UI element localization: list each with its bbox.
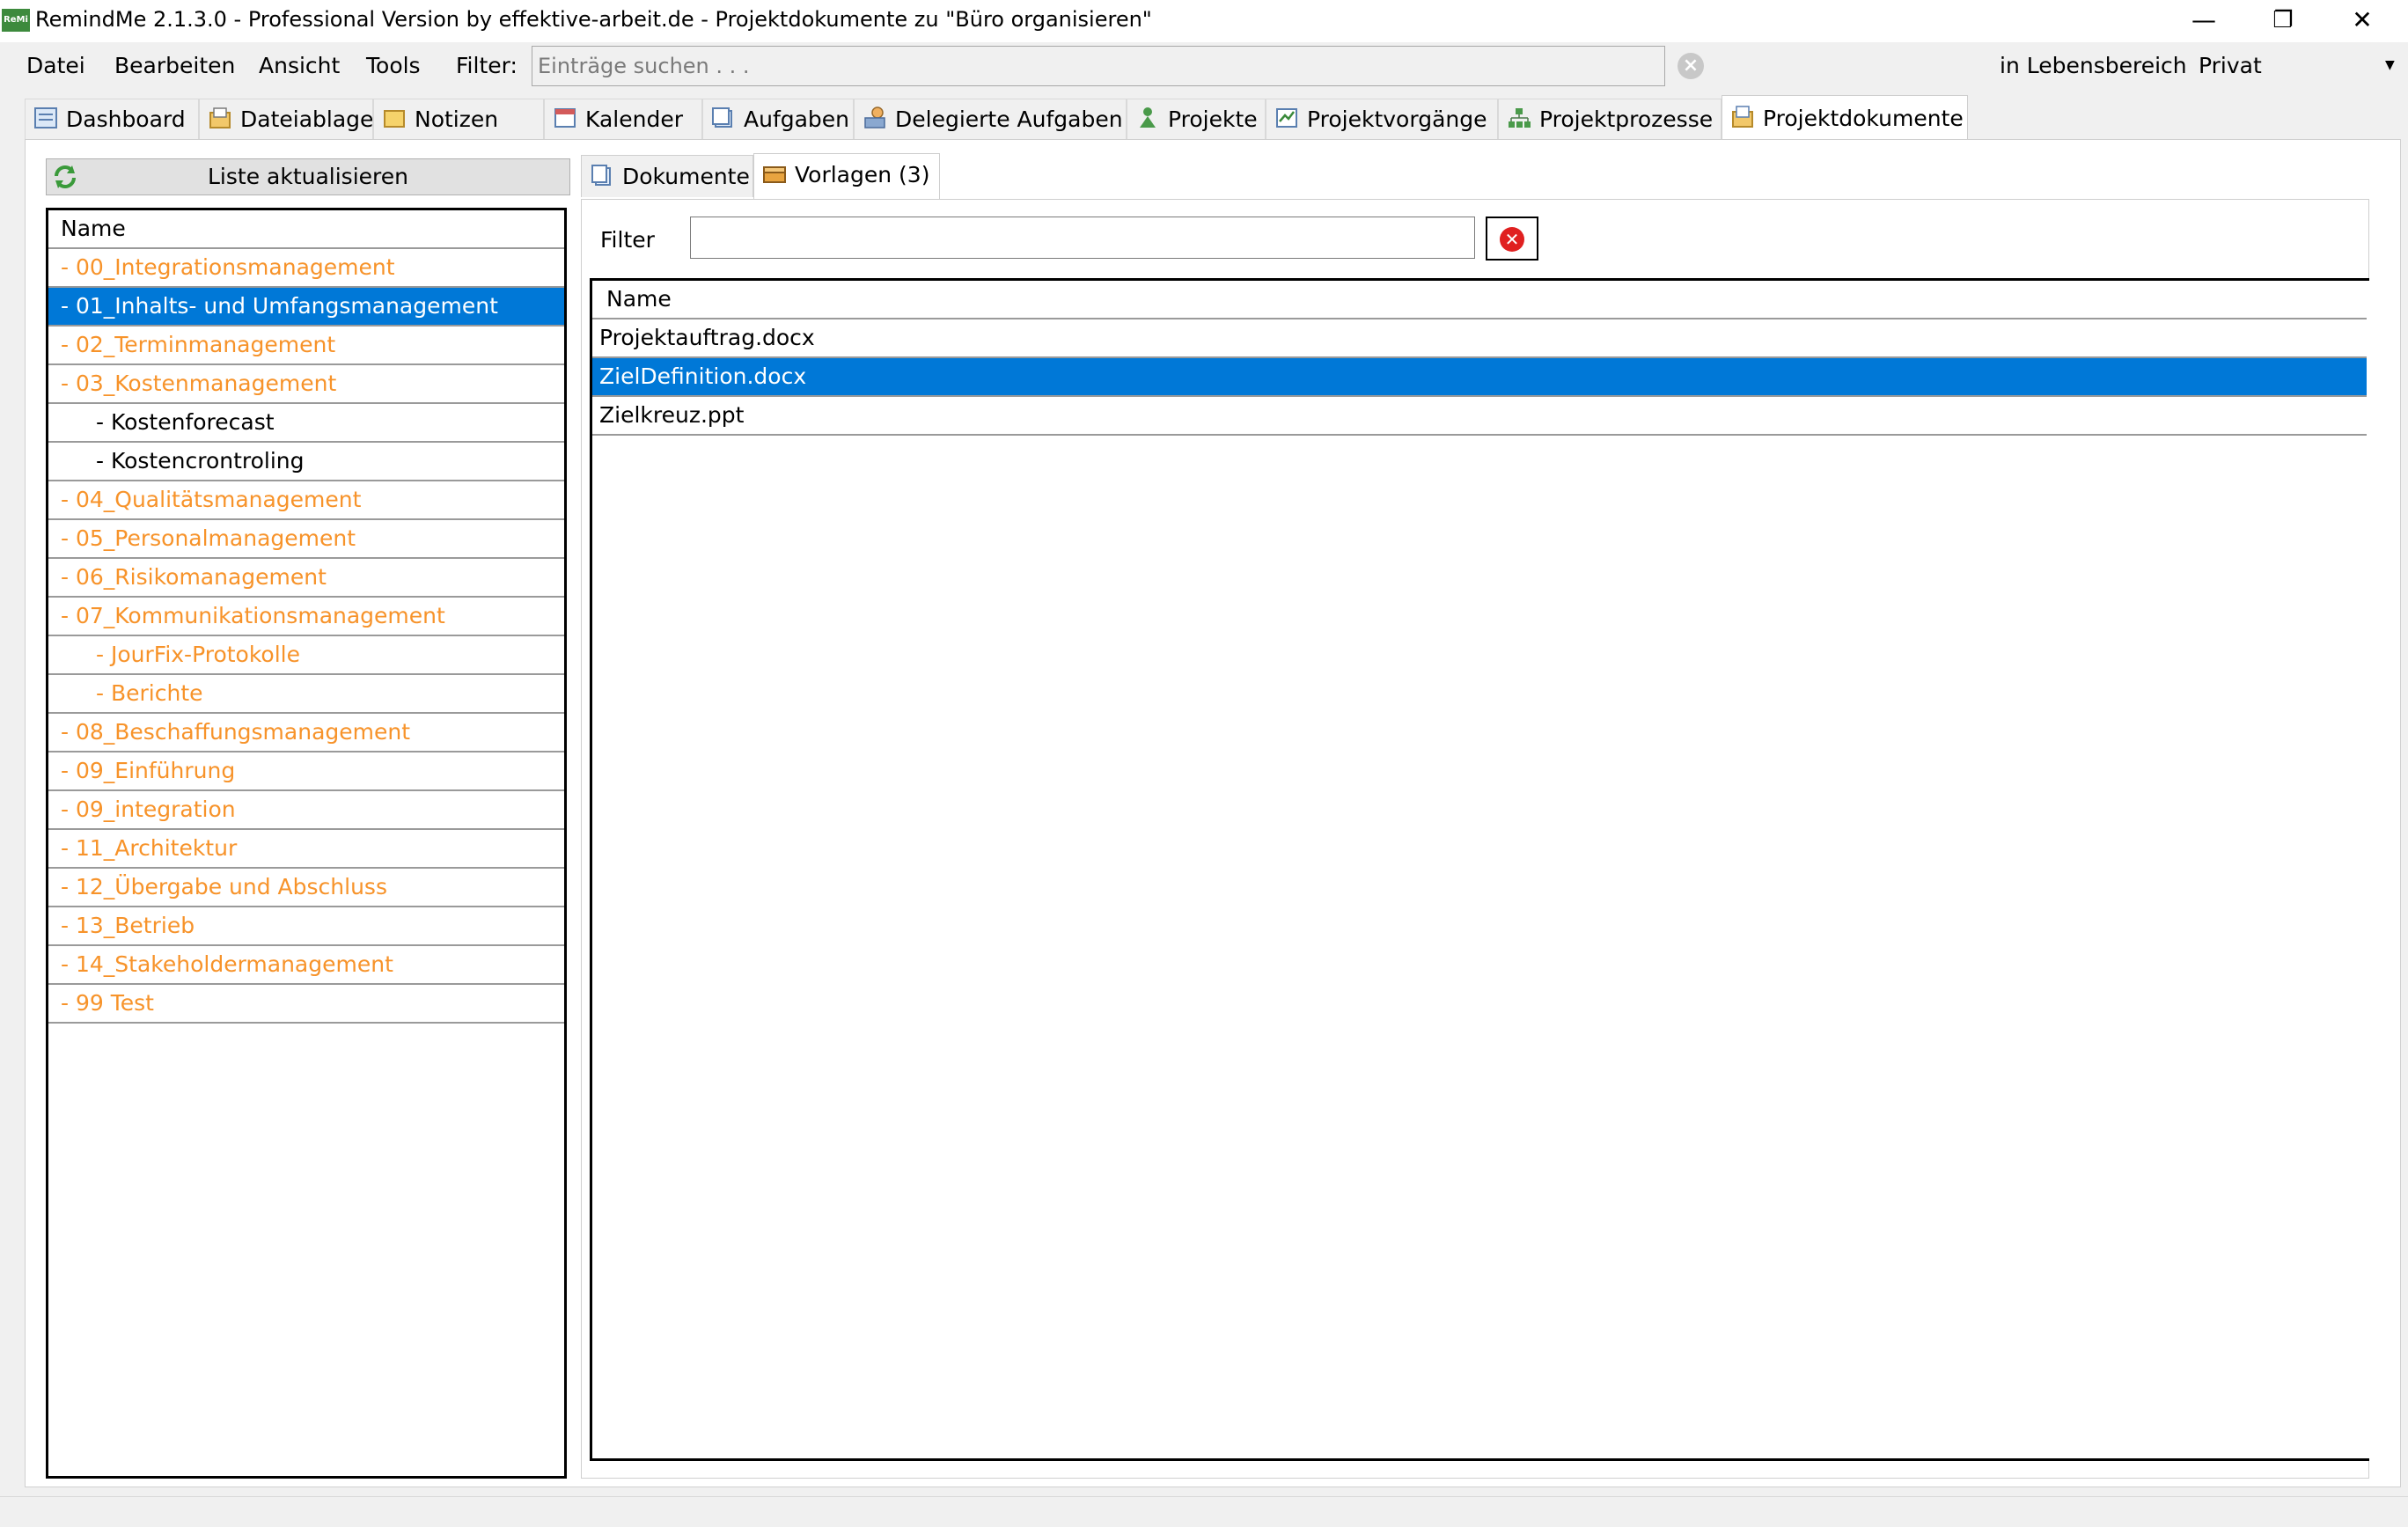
- list-item[interactable]: - 12_Übergabe und Abschluss: [48, 869, 564, 907]
- tab-label: Delegierte Aufgaben: [895, 106, 1123, 132]
- list-item[interactable]: - 04_Qualitätsmanagement: [48, 481, 564, 520]
- tab-aufgaben[interactable]: Aufgaben: [702, 99, 854, 141]
- tab-dashboard[interactable]: Dashboard: [25, 99, 199, 141]
- clear-icon: ✕: [1500, 227, 1524, 252]
- filter-label: Filter:: [456, 53, 518, 78]
- menu-datei[interactable]: Datei: [26, 53, 85, 78]
- list-item[interactable]: - 13_Betrieb: [48, 907, 564, 946]
- filter-label: Filter: [600, 227, 655, 253]
- tasks-icon: [712, 107, 732, 128]
- tab-label: Dokumente: [622, 164, 750, 189]
- refresh-icon: [55, 165, 76, 188]
- app-logo-icon: ReMi: [2, 9, 30, 32]
- tab-label: Projektdokumente: [1763, 106, 1964, 131]
- project-documents-icon: [1732, 106, 1753, 128]
- calendar-icon: [554, 108, 576, 128]
- clear-filter-button[interactable]: ✕: [1486, 217, 1538, 261]
- tab-vorlagen[interactable]: Vorlagen (3): [753, 153, 940, 199]
- list-item[interactable]: - 01_Inhalts- und Umfangsmanagement: [48, 288, 564, 327]
- status-bar: [0, 1496, 2408, 1527]
- tab-label: Aufgaben: [744, 106, 850, 132]
- list-item[interactable]: - 08_Beschaffungsmanagement: [48, 714, 564, 752]
- list-item[interactable]: - 09_Einführung: [48, 752, 564, 791]
- project-folder-list: Name - 00_Integrationsmanagement - 01_In…: [46, 208, 567, 1479]
- table-row[interactable]: Projektauftrag.docx: [592, 319, 2367, 358]
- documents-icon: [591, 165, 611, 186]
- list-item[interactable]: - JourFix-Protokolle: [48, 636, 564, 675]
- list-item[interactable]: - 09_integration: [48, 791, 564, 830]
- dashboard-icon: [34, 107, 57, 128]
- refresh-list-button[interactable]: Liste aktualisieren: [46, 158, 570, 195]
- template-document-list: Name Projektauftrag.docx ZielDefinition.…: [590, 278, 2369, 1461]
- tab-notizen[interactable]: Notizen: [373, 99, 544, 141]
- list-item[interactable]: - 00_Integrationsmanagement: [48, 249, 564, 288]
- clear-search-icon[interactable]: ×: [1678, 53, 1704, 79]
- list-header-name[interactable]: Name: [48, 210, 564, 249]
- minimize-button[interactable]: —: [2167, 0, 2241, 42]
- tab-label: Dashboard: [66, 106, 186, 132]
- menu-tools[interactable]: Tools: [366, 53, 421, 78]
- tab-projektvorgaenge[interactable]: Projektvorgänge: [1266, 99, 1498, 141]
- table-row[interactable]: Zielkreuz.ppt: [592, 397, 2367, 436]
- list-item[interactable]: - 06_Risikomanagement: [48, 559, 564, 598]
- area-select[interactable]: Privat: [2199, 53, 2262, 78]
- list-item[interactable]: - 11_Architektur: [48, 830, 564, 869]
- table-row[interactable]: ZielDefinition.docx: [592, 358, 2367, 397]
- tab-delegierte-aufgaben[interactable]: Delegierte Aufgaben: [854, 99, 1127, 141]
- file-storage-icon: [209, 107, 231, 128]
- tab-projekte[interactable]: Projekte: [1127, 99, 1266, 141]
- projects-icon: [1140, 107, 1156, 128]
- menu-ansicht[interactable]: Ansicht: [259, 53, 340, 78]
- filter-input[interactable]: [690, 217, 1475, 259]
- list-item[interactable]: - Berichte: [48, 675, 564, 714]
- tab-label: Kalender: [585, 106, 683, 132]
- delegated-tasks-icon: [864, 106, 885, 128]
- project-processes-icon: [1509, 108, 1531, 128]
- list-item[interactable]: - 14_Stakeholdermanagement: [48, 946, 564, 985]
- list-header-name[interactable]: Name: [592, 281, 2367, 319]
- list-item[interactable]: - Kostenforecast: [48, 404, 564, 443]
- tab-dokumente[interactable]: Dokumente: [581, 155, 753, 197]
- list-item[interactable]: - 07_Kommunikationsmanagement: [48, 598, 564, 636]
- project-activities-icon: [1276, 108, 1297, 128]
- search-input[interactable]: Einträge suchen . . .: [532, 46, 1665, 86]
- tab-label: Vorlagen (3): [795, 162, 930, 187]
- tab-kalender[interactable]: Kalender: [544, 99, 702, 141]
- close-button[interactable]: ✕: [2325, 0, 2399, 42]
- list-item[interactable]: - 02_Terminmanagement: [48, 327, 564, 365]
- window-title: RemindMe 2.1.3.0 - Professional Version …: [35, 7, 1152, 32]
- tab-projektdokumente[interactable]: Projektdokumente: [1722, 95, 1968, 141]
- tab-projektprozesse[interactable]: Projektprozesse: [1498, 99, 1722, 141]
- tab-label: Notizen: [415, 106, 499, 132]
- list-item[interactable]: - 03_Kostenmanagement: [48, 365, 564, 404]
- menu-bearbeiten[interactable]: Bearbeiten: [114, 53, 235, 78]
- templates-icon: [763, 166, 786, 183]
- tab-label: Projekte: [1168, 106, 1258, 132]
- list-item[interactable]: - Kostencrontroling: [48, 443, 564, 481]
- chevron-down-icon[interactable]: ▼: [2385, 58, 2395, 72]
- area-label: in Lebensbereich: [2000, 53, 2187, 78]
- tab-label: Projektvorgänge: [1307, 106, 1487, 132]
- list-item[interactable]: - 05_Personalmanagement: [48, 520, 564, 559]
- tab-label: Dateiablage: [240, 106, 374, 132]
- list-item[interactable]: - 99 Test: [48, 985, 564, 1024]
- restore-button[interactable]: ❐: [2246, 0, 2320, 42]
- notes-icon: [384, 110, 405, 128]
- tab-label: Projektprozesse: [1539, 106, 1714, 132]
- tab-dateiablage[interactable]: Dateiablage: [199, 99, 373, 141]
